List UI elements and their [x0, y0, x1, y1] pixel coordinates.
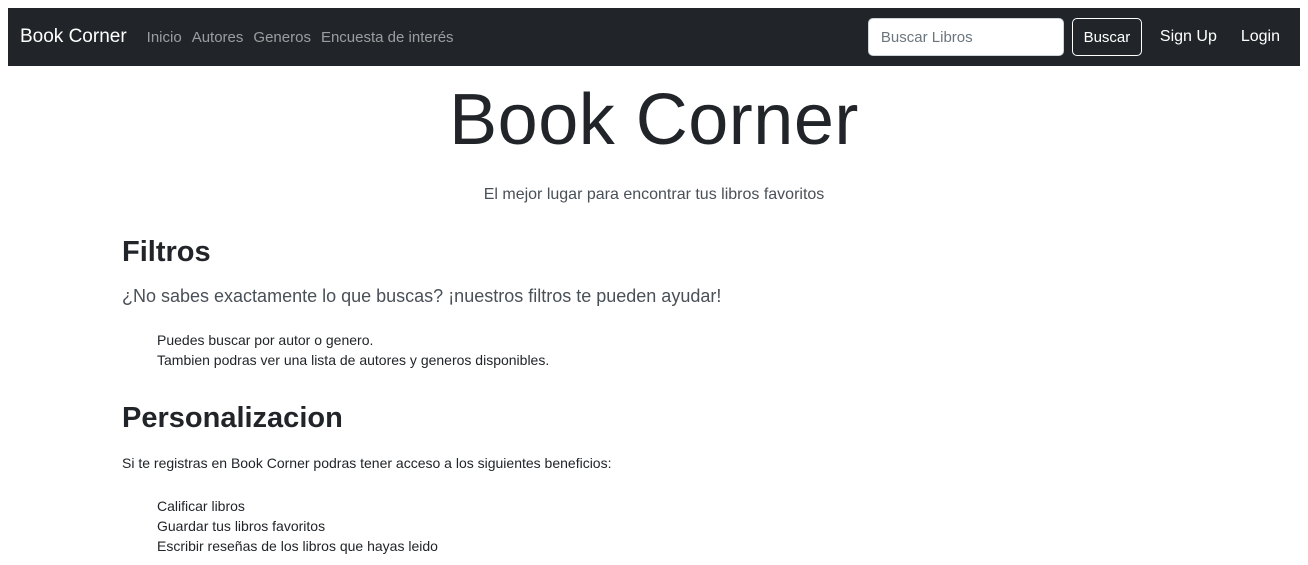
nav-link-inicio[interactable]: Inicio: [147, 29, 182, 46]
nav-link-autores[interactable]: Autores: [192, 29, 244, 46]
benefits-list: Calificar libros Guardar tus libros favo…: [157, 496, 438, 556]
nav-link-generos[interactable]: Generos: [253, 29, 311, 46]
top-navbar: Book Corner Inicio Autores Generos Encue…: [8, 8, 1300, 66]
search-input[interactable]: [867, 18, 1064, 56]
filters-heading: Filtros: [122, 236, 211, 268]
personalization-text: Si te registras en Book Corner podras te…: [122, 455, 612, 471]
filters-list: Puedes buscar por autor o genero. Tambie…: [157, 330, 549, 370]
hero-title: Book Corner: [449, 80, 859, 160]
list-item: Tambien podras ver una lista de autores …: [157, 352, 550, 368]
search-button[interactable]: Buscar: [1071, 18, 1142, 56]
brand-logo[interactable]: Book Corner: [20, 26, 127, 48]
list-item: Escribir reseñas de los libros que hayas…: [157, 538, 438, 554]
list-item: Calificar libros: [157, 498, 245, 514]
hero-subtitle: El mejor lugar para encontrar tus libros…: [483, 186, 825, 203]
list-item: Puedes buscar por autor o genero.: [157, 332, 374, 348]
nav-link-encuesta[interactable]: Encuesta de interés: [321, 29, 454, 46]
login-link[interactable]: Login: [1241, 28, 1280, 46]
page-top-margin: [0, 0, 1308, 8]
filters-lead: ¿No sabes exactamente lo que buscas? ¡nu…: [122, 286, 722, 306]
nav-right: Buscar Sign Up Login: [867, 18, 1300, 56]
personalization-heading: Personalizacion: [122, 402, 343, 434]
nav-links: Inicio Autores Generos Encuesta de inter…: [147, 29, 464, 46]
signup-link[interactable]: Sign Up: [1160, 28, 1217, 46]
list-item: Guardar tus libros favoritos: [157, 518, 326, 534]
